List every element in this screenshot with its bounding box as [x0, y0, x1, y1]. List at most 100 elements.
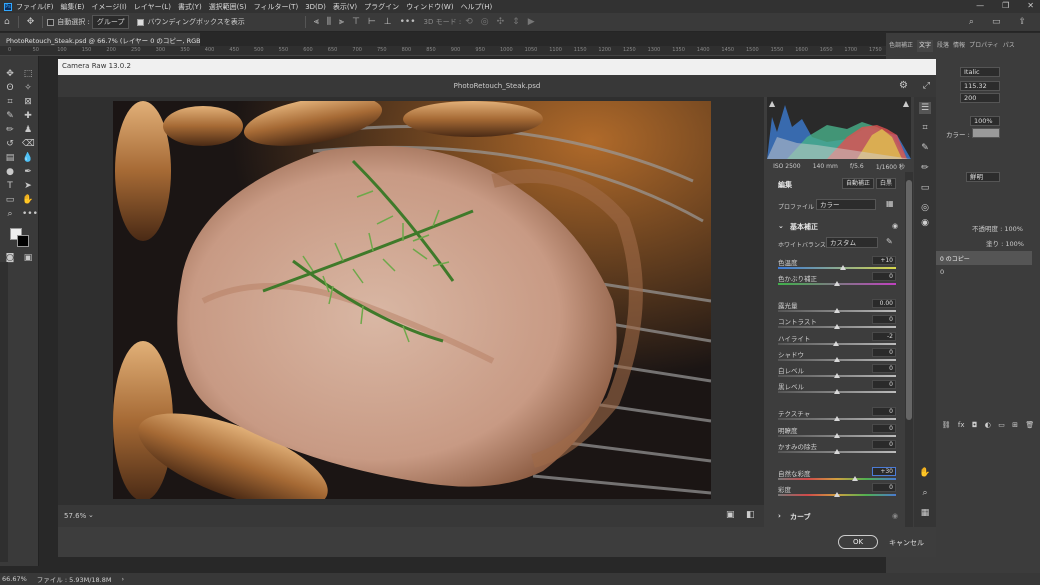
slider-value-field[interactable]: 0.00 — [872, 299, 896, 308]
slider-track[interactable] — [778, 478, 896, 480]
link-icon[interactable]: ⛓ — [942, 421, 951, 429]
group-dropdown[interactable]: グループ — [91, 15, 130, 29]
slider-thumb[interactable] — [851, 476, 858, 481]
slider-value-field[interactable]: 0 — [872, 364, 896, 373]
adjustment-brush-icon[interactable]: ✏ — [919, 162, 931, 174]
hand-tool-icon[interactable]: ✋ — [919, 467, 931, 479]
workspace-icon[interactable]: ▭ — [992, 17, 1001, 27]
menu-image[interactable]: イメージ(I) — [91, 2, 126, 12]
slider-thumb[interactable] — [834, 357, 840, 362]
slider-value-field[interactable]: 0 — [872, 380, 896, 389]
new-layer-icon[interactable]: ⊞ — [1012, 421, 1018, 429]
slider-value-field[interactable]: +30 — [872, 467, 896, 476]
auto-button[interactable]: 自動補正 — [842, 178, 875, 189]
status-chevron-icon[interactable]: › — [121, 575, 124, 583]
trash-icon[interactable]: 🗑 — [1025, 421, 1034, 429]
fx-icon[interactable]: fx — [958, 421, 965, 429]
eraser-icon[interactable]: ⌫ — [22, 138, 35, 150]
healing-icon[interactable]: ✚ — [22, 110, 34, 122]
zoom-icon[interactable]: ⌕ — [4, 208, 16, 220]
curve-chevron-icon[interactable]: › — [778, 512, 781, 520]
ok-button[interactable]: OK — [838, 535, 878, 549]
folder-icon[interactable]: ▭ — [998, 421, 1005, 429]
share-icon[interactable]: ⇪ — [1018, 17, 1026, 27]
scrollbar-thumb[interactable] — [906, 180, 912, 420]
menu-help[interactable]: ヘルプ(H) — [461, 2, 493, 12]
tab-info[interactable]: 情報 — [953, 40, 965, 52]
status-zoom[interactable]: 66.67% — [2, 575, 27, 583]
magic-wand-icon[interactable]: ✧ — [22, 82, 34, 94]
more-tools-icon[interactable]: ••• — [22, 208, 38, 220]
fullscreen-icon[interactable]: ⤢ — [923, 75, 930, 97]
background-color-swatch[interactable] — [17, 235, 29, 247]
highlight-clip-icon[interactable]: ▲ — [903, 99, 909, 108]
slider-value-field[interactable]: 0 — [872, 424, 896, 433]
curve-eye-icon[interactable]: ◉ — [892, 512, 898, 520]
brush-icon[interactable]: ✏ — [4, 124, 16, 136]
slider-thumb[interactable] — [834, 281, 840, 286]
type-icon[interactable]: T — [4, 180, 16, 192]
hand-icon[interactable]: ✋ — [22, 194, 34, 206]
minimize-icon[interactable]: — — [976, 1, 984, 10]
antialias-select[interactable]: 鮮明 — [966, 172, 1000, 182]
menu-3d[interactable]: 3D(D) — [305, 3, 326, 11]
visibility-eye-icon[interactable]: ◉ — [892, 222, 898, 230]
grid-icon[interactable]: ▦ — [919, 507, 931, 519]
basic-chevron-icon[interactable]: ⌄ — [778, 222, 784, 230]
history-brush-icon[interactable]: ↺ — [4, 138, 16, 150]
cancel-button[interactable]: キャンセル — [889, 538, 924, 548]
fill-label[interactable]: 塗り : 100% — [986, 238, 1024, 248]
video-icon[interactable]: ▶ — [528, 17, 535, 27]
edit-sliders-icon[interactable]: ☰ — [919, 102, 931, 114]
slider-value-field[interactable]: 0 — [872, 407, 896, 416]
wb-eyedropper-icon[interactable]: ✎ — [886, 237, 893, 246]
text-color-swatch[interactable] — [972, 128, 1000, 138]
search-icon[interactable]: ⌕ — [969, 17, 974, 27]
graduated-filter-icon[interactable]: ▭ — [919, 182, 931, 194]
path-select-icon[interactable]: ➤ — [22, 180, 34, 192]
menu-file[interactable]: ファイル(F) — [16, 2, 54, 12]
more-options-icon[interactable]: ••• — [400, 17, 416, 27]
slide-3d-icon[interactable]: ⇕ — [512, 17, 520, 27]
frame-icon[interactable]: ⊠ — [22, 96, 34, 108]
slider-thumb[interactable] — [832, 341, 839, 346]
stamp-icon[interactable]: ♟ — [22, 124, 34, 136]
align-left-icon[interactable]: ⫷ — [314, 17, 319, 27]
tracking-field[interactable]: 200 — [960, 93, 1000, 103]
before-after-icon[interactable]: ▣ — [726, 510, 735, 520]
shadow-clip-icon[interactable]: ▲ — [769, 99, 775, 108]
profile-select[interactable]: カラー — [816, 199, 876, 210]
pen-icon[interactable]: ✒ — [22, 166, 34, 178]
auto-select-checkbox[interactable] — [47, 18, 55, 26]
opacity-label[interactable]: 不透明度 : 100% — [972, 223, 1023, 233]
slider-value-field[interactable]: 0 — [872, 440, 896, 449]
slider-thumb[interactable] — [839, 265, 846, 270]
zoom-level[interactable]: 57.6% — [64, 512, 86, 520]
screen-mode-icon[interactable]: ▣ — [22, 252, 34, 264]
slider-value-field[interactable]: +10 — [872, 256, 896, 265]
roll-icon[interactable]: ◎ — [481, 17, 489, 27]
menu-select[interactable]: 選択範囲(S) — [209, 2, 247, 12]
wb-select[interactable]: カスタム — [826, 237, 878, 248]
dodge-icon[interactable]: ● — [4, 166, 16, 178]
close-icon[interactable]: ✕ — [1027, 1, 1034, 10]
tab-properties[interactable]: プロパティ — [969, 40, 999, 52]
crop-icon[interactable]: ⌗ — [4, 96, 16, 108]
spot-removal-icon[interactable]: ✎ — [919, 142, 931, 154]
slider-value-field[interactable]: 0 — [872, 348, 896, 357]
lasso-icon[interactable]: ʘ — [4, 82, 16, 94]
tab-adjustments[interactable]: 色調補正 — [889, 40, 913, 52]
slider-thumb[interactable] — [834, 492, 840, 497]
font-style-select[interactable]: Italic — [960, 67, 1000, 77]
bbox-checkbox[interactable] — [137, 18, 145, 26]
orbit-icon[interactable]: ⟲ — [465, 17, 473, 27]
slider-thumb[interactable] — [834, 324, 840, 329]
menu-filter[interactable]: フィルター(T) — [254, 2, 299, 12]
basic-header[interactable]: 基本補正 — [790, 222, 818, 232]
menu-edit[interactable]: 編集(E) — [61, 2, 85, 12]
rectangle-icon[interactable]: ▭ — [4, 194, 16, 206]
marquee-icon[interactable]: ⬚ — [22, 68, 34, 80]
menu-type[interactable]: 書式(Y) — [178, 2, 202, 12]
steak-photo[interactable] — [113, 101, 711, 499]
zoom-chevron-icon[interactable]: ⌄ — [88, 511, 94, 519]
